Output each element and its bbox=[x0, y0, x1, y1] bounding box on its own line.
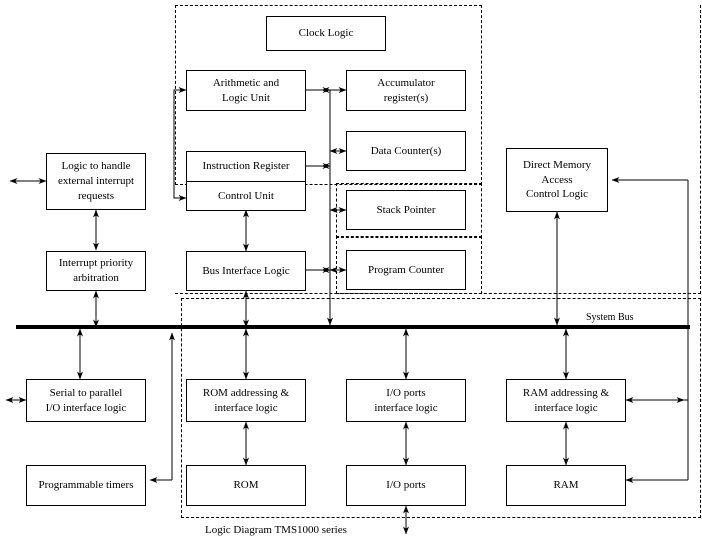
external-interrupt-line3: requests bbox=[77, 189, 115, 202]
block-io-ports: I/O ports bbox=[346, 465, 466, 506]
interrupt-priority-line1: Interrupt priority bbox=[58, 257, 134, 270]
io-ports-line1: I/O ports bbox=[386, 479, 426, 492]
accumulator-line1: Accumulator bbox=[377, 76, 435, 89]
instruction-register-label: Instruction Register bbox=[187, 152, 305, 182]
block-serial-parallel-io-interface: Serial to parallel I/O interface logic bbox=[26, 379, 146, 422]
program-counter-line1: Program Counter bbox=[367, 263, 445, 276]
io-ports-interface-line1: I/O ports bbox=[386, 386, 426, 399]
dma-line1: Direct Memory bbox=[522, 158, 592, 171]
io-ports-interface-line2: interface logic bbox=[374, 401, 438, 414]
block-programmable-timers: Programmable timers bbox=[26, 465, 146, 506]
clock-logic-line1: Clock Logic bbox=[298, 27, 354, 40]
block-external-interrupt-logic: Logic to handle external interrupt reque… bbox=[46, 153, 146, 210]
control-unit-label: Control Unit bbox=[218, 189, 274, 202]
block-ram: RAM bbox=[506, 465, 626, 506]
block-interrupt-priority-arbitration: Interrupt priority arbitration bbox=[46, 251, 146, 291]
block-clock-logic: Clock Logic bbox=[266, 16, 386, 51]
diagram-caption: Logic Diagram TMS1000 series bbox=[205, 524, 347, 536]
bus-interface-logic-line1: Bus Interface Logic bbox=[202, 264, 290, 277]
dma-line2: Access bbox=[541, 173, 573, 186]
block-stack-pointer: Stack Pointer bbox=[346, 190, 466, 230]
ram-addressing-line1: RAM addressing & bbox=[522, 386, 610, 399]
block-dma-control-logic: Direct Memory Access Control Logic bbox=[506, 148, 608, 212]
external-interrupt-line1: Logic to handle bbox=[61, 160, 131, 173]
rom-addressing-line2: interface logic bbox=[214, 401, 278, 414]
stack-pointer-line1: Stack Pointer bbox=[376, 203, 436, 216]
system-bus-label: System Bus bbox=[586, 312, 634, 323]
data-counter-line1: Data Counter(s) bbox=[370, 144, 442, 157]
ram-line1: RAM bbox=[553, 479, 579, 492]
serial-parallel-io-line1: Serial to parallel bbox=[49, 386, 123, 399]
logic-diagram-tms1000: System Bus Clock Logic Arithmetic and Lo… bbox=[0, 0, 702, 539]
external-interrupt-line2: external interrupt bbox=[57, 175, 135, 188]
interrupt-priority-line2: arbitration bbox=[73, 272, 119, 284]
accumulator-line2: register(s) bbox=[383, 91, 429, 104]
block-data-counters: Data Counter(s) bbox=[346, 131, 466, 171]
block-rom-addressing-interface: ROM addressing & interface logic bbox=[186, 379, 306, 422]
alu-line1: Arithmetic and bbox=[212, 76, 280, 89]
ram-addressing-line2: interface logic bbox=[534, 401, 598, 414]
block-io-ports-interface-logic: I/O ports interface logic bbox=[346, 379, 466, 422]
rom-addressing-line1: ROM addressing & bbox=[202, 386, 290, 399]
block-instruction-register-control-unit: Instruction Register Control Unit bbox=[186, 151, 306, 211]
block-arithmetic-logic-unit: Arithmetic and Logic Unit bbox=[186, 70, 306, 111]
programmable-timers-line1: Programmable timers bbox=[38, 479, 134, 492]
dma-line3: Control Logic bbox=[525, 188, 589, 201]
block-ram-addressing-interface: RAM addressing & interface logic bbox=[506, 379, 626, 422]
rom-line1: ROM bbox=[233, 479, 259, 492]
system-bus bbox=[16, 325, 690, 329]
block-rom: ROM bbox=[186, 465, 306, 506]
serial-parallel-io-line2: I/O interface logic bbox=[45, 401, 127, 414]
block-accumulator-registers: Accumulator register(s) bbox=[346, 70, 466, 111]
alu-line2: Logic Unit bbox=[222, 91, 270, 104]
block-bus-interface-logic: Bus Interface Logic bbox=[186, 251, 306, 291]
block-program-counter: Program Counter bbox=[346, 250, 466, 290]
